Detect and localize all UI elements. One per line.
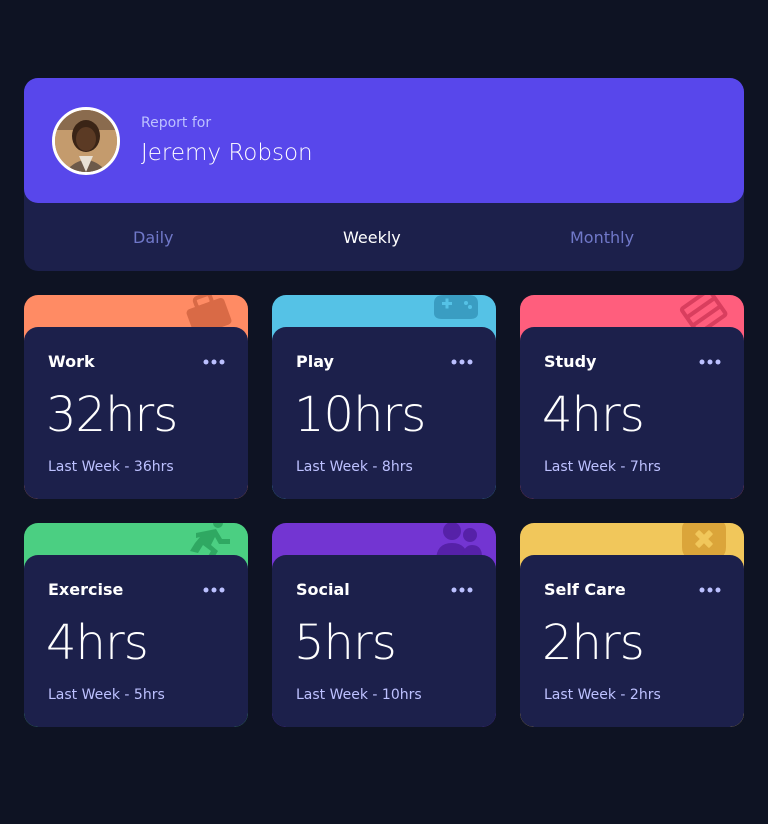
- tab-monthly[interactable]: Monthly: [570, 228, 634, 247]
- more-options-button[interactable]: [698, 580, 722, 600]
- previous-hours: Last Week - 8hrs: [296, 459, 413, 475]
- profile-card: Report for Jeremy Robson Daily Weekly Mo…: [24, 78, 744, 271]
- activity-card-study: Study 4hrs Last Week - 7hrs: [520, 295, 744, 499]
- current-hours: 10hrs: [294, 387, 426, 443]
- user-name: Jeremy Robson: [141, 140, 313, 166]
- activity-card-body: Work 32hrs Last Week - 36hrs: [24, 327, 248, 499]
- more-options-button[interactable]: [698, 352, 722, 372]
- current-hours: 32hrs: [46, 387, 178, 443]
- profile-header: Report for Jeremy Robson: [24, 78, 744, 203]
- activity-card-work: Work 32hrs Last Week - 36hrs: [24, 295, 248, 499]
- avatar: [52, 107, 120, 175]
- activity-card-body: Self Care 2hrs Last Week - 2hrs: [520, 555, 744, 727]
- activity-title: Exercise: [48, 580, 124, 599]
- activity-card-body: Exercise 4hrs Last Week - 5hrs: [24, 555, 248, 727]
- more-options-button[interactable]: [450, 580, 474, 600]
- activity-card-self-care: Self Care 2hrs Last Week - 2hrs: [520, 523, 744, 727]
- tab-weekly[interactable]: Weekly: [343, 228, 401, 247]
- activity-card-social: Social 5hrs Last Week - 10hrs: [272, 523, 496, 727]
- activity-card-body: Social 5hrs Last Week - 10hrs: [272, 555, 496, 727]
- timeframe-tabs: Daily Weekly Monthly: [24, 203, 744, 271]
- activity-title: Study: [544, 352, 597, 371]
- current-hours: 2hrs: [542, 615, 645, 671]
- more-options-button[interactable]: [450, 352, 474, 372]
- activity-title: Work: [48, 352, 95, 371]
- current-hours: 5hrs: [294, 615, 397, 671]
- current-hours: 4hrs: [46, 615, 149, 671]
- previous-hours: Last Week - 36hrs: [48, 459, 174, 475]
- previous-hours: Last Week - 10hrs: [296, 687, 422, 703]
- previous-hours: Last Week - 7hrs: [544, 459, 661, 475]
- activity-card-body: Play 10hrs Last Week - 8hrs: [272, 327, 496, 499]
- activity-title: Play: [296, 352, 334, 371]
- report-for-label: Report for: [141, 115, 212, 131]
- more-options-button[interactable]: [202, 580, 226, 600]
- tab-daily[interactable]: Daily: [133, 228, 173, 247]
- more-options-button[interactable]: [202, 352, 226, 372]
- activity-title: Self Care: [544, 580, 626, 599]
- activity-card-exercise: Exercise 4hrs Last Week - 5hrs: [24, 523, 248, 727]
- previous-hours: Last Week - 5hrs: [48, 687, 165, 703]
- activity-title: Social: [296, 580, 350, 599]
- activity-card-play: Play 10hrs Last Week - 8hrs: [272, 295, 496, 499]
- previous-hours: Last Week - 2hrs: [544, 687, 661, 703]
- activity-card-body: Study 4hrs Last Week - 7hrs: [520, 327, 744, 499]
- current-hours: 4hrs: [542, 387, 645, 443]
